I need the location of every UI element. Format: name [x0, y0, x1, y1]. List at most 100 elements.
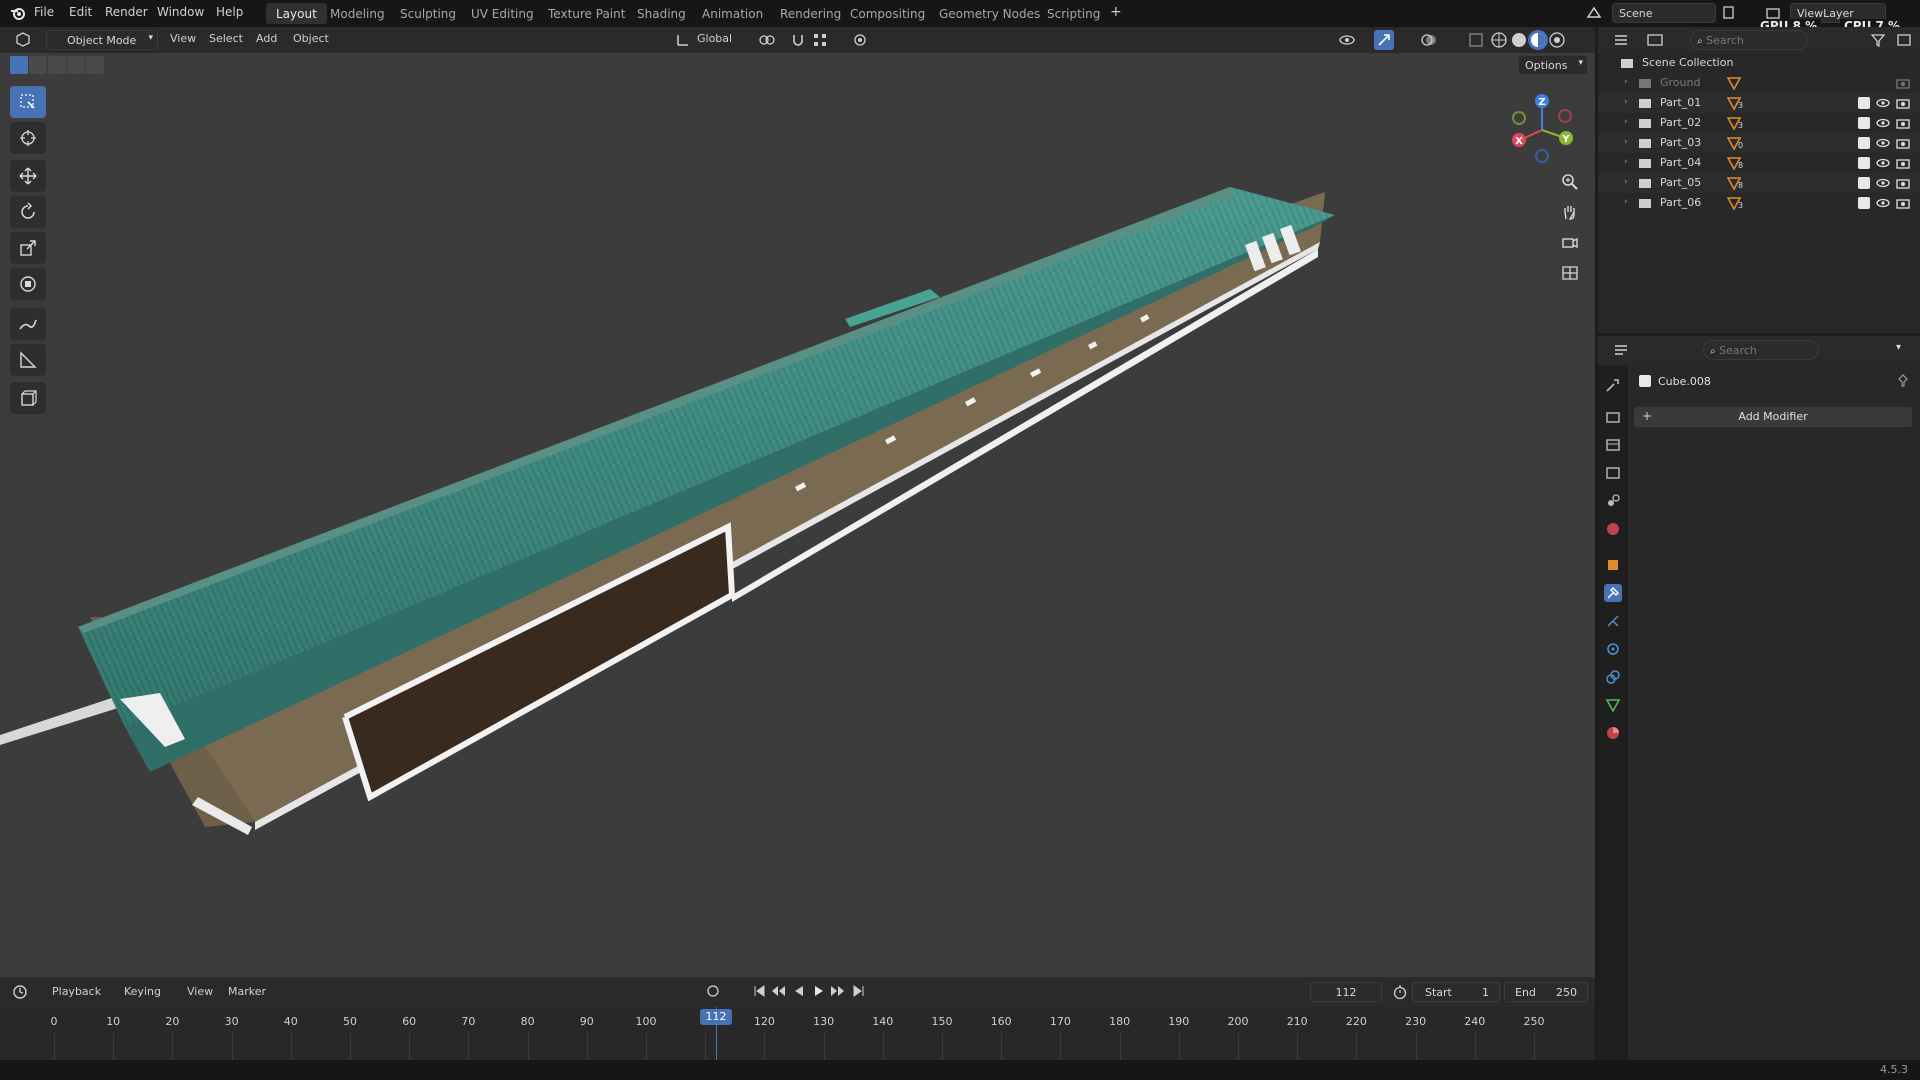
include-checkbox[interactable] [1858, 177, 1870, 189]
add-modifier-button[interactable]: + Add Modifier [1634, 407, 1912, 427]
zoom-view-button[interactable] [1555, 168, 1585, 196]
timeline-editor-icon[interactable] [12, 984, 30, 1000]
physics-tab-icon[interactable] [1604, 640, 1622, 658]
chevron-right-icon[interactable]: › [1624, 137, 1628, 147]
jump-end-icon[interactable] [852, 984, 866, 998]
add-workspace-button[interactable]: + [1110, 4, 1122, 20]
display-mode-icon[interactable] [1646, 32, 1664, 48]
include-checkbox[interactable] [1858, 197, 1870, 209]
editor-type-icon[interactable] [14, 32, 32, 48]
camera-render-icon[interactable] [1896, 76, 1910, 90]
vp-menu-view[interactable]: View [170, 32, 196, 45]
snap-increment-icon[interactable] [812, 32, 828, 48]
render-tab-icon[interactable] [1604, 408, 1622, 426]
data-tab-icon[interactable] [1604, 696, 1622, 714]
visibility-icon[interactable] [1338, 32, 1356, 48]
outliner-item-part-06[interactable]: › Part_06 3 [1598, 193, 1920, 213]
particles-tab-icon[interactable] [1604, 612, 1622, 630]
include-checkbox[interactable] [1858, 157, 1870, 169]
scene-field[interactable]: Scene [1612, 3, 1716, 23]
pin-icon[interactable] [1896, 374, 1910, 388]
current-frame-field[interactable]: 112 [1310, 982, 1382, 1002]
camera-render-icon[interactable] [1896, 116, 1910, 130]
select-new-icon[interactable] [10, 56, 28, 74]
pan-view-button[interactable] [1555, 198, 1585, 226]
camera-render-icon[interactable] [1896, 136, 1910, 150]
select-subtract-icon[interactable] [48, 56, 66, 74]
chevron-right-icon[interactable]: › [1624, 77, 1628, 87]
pivot-icon[interactable] [758, 32, 776, 48]
proportional-editing-icon[interactable] [852, 32, 868, 48]
eye-icon[interactable] [1876, 196, 1890, 210]
outliner-item-part-02[interactable]: › Part_02 3 [1598, 113, 1920, 133]
camera-render-icon[interactable] [1896, 96, 1910, 110]
material-tab-icon[interactable] [1604, 724, 1622, 742]
tl-menu-playback[interactable]: Playback [52, 985, 101, 998]
properties-editor-icon[interactable] [1612, 342, 1630, 358]
vp-menu-add[interactable]: Add [256, 32, 277, 45]
chevron-right-icon[interactable]: › [1624, 197, 1628, 207]
modifier-tab-icon[interactable] [1604, 584, 1622, 602]
eye-icon[interactable] [1876, 136, 1890, 150]
tab-shading[interactable]: Shading [627, 3, 696, 24]
tl-menu-marker[interactable]: Marker [228, 985, 266, 998]
material-shading-icon[interactable] [1528, 30, 1548, 50]
auto-keying-icon[interactable] [706, 984, 720, 998]
ortho-view-button[interactable] [1555, 258, 1585, 286]
outliner-item-part-01[interactable]: › Part_01 3 [1598, 93, 1920, 113]
output-tab-icon[interactable] [1604, 436, 1622, 454]
camera-render-icon[interactable] [1896, 196, 1910, 210]
measure-tool[interactable] [10, 344, 46, 376]
tab-geometry-nodes[interactable]: Geometry Nodes [929, 3, 1050, 24]
tab-layout[interactable]: Layout [266, 3, 327, 24]
chevron-right-icon[interactable]: › [1624, 157, 1628, 167]
outliner-editor-icon[interactable] [1612, 32, 1630, 48]
tab-scripting[interactable]: Scripting [1037, 3, 1110, 24]
playhead-frame[interactable]: 112 [700, 1009, 732, 1025]
prev-keyframe-icon[interactable] [770, 984, 786, 998]
include-checkbox[interactable] [1858, 137, 1870, 149]
jump-start-icon[interactable] [752, 984, 766, 998]
tab-modeling[interactable]: Modeling [320, 3, 395, 24]
outliner-search[interactable]: ⌕ Search [1690, 30, 1808, 50]
tab-uv-editing[interactable]: UV Editing [461, 3, 544, 24]
tab-texture-paint[interactable]: Texture Paint [538, 3, 635, 24]
move-tool[interactable] [10, 160, 46, 192]
transform-orientation-icon[interactable] [675, 32, 691, 48]
camera-render-icon[interactable] [1896, 176, 1910, 190]
eye-icon[interactable] [1876, 156, 1890, 170]
vp-menu-object[interactable]: Object [293, 32, 329, 45]
menu-edit[interactable]: Edit [69, 5, 92, 19]
outliner-item-ground[interactable]: › Ground [1598, 73, 1920, 93]
view-layer-tab-icon[interactable] [1604, 464, 1622, 482]
orientation-label[interactable]: Global [697, 32, 732, 45]
menu-file[interactable]: File [34, 5, 54, 19]
outliner-item-part-04[interactable]: › Part_04 8 [1598, 153, 1920, 173]
eye-icon[interactable] [1876, 96, 1890, 110]
eye-icon[interactable] [1876, 176, 1890, 190]
next-keyframe-icon[interactable] [830, 984, 846, 998]
eye-icon[interactable] [1876, 116, 1890, 130]
navigation-gizmo[interactable]: Z Y X [1505, 88, 1575, 168]
camera-render-icon[interactable] [1896, 156, 1910, 170]
menu-render[interactable]: Render [105, 5, 148, 19]
chevron-right-icon[interactable]: › [1624, 97, 1628, 107]
select-invert-icon[interactable] [67, 56, 85, 74]
wireframe-shading-icon[interactable] [1490, 31, 1508, 49]
start-frame-field[interactable]: Start 1 [1412, 982, 1500, 1002]
outliner-item-part-03[interactable]: › Part_03 0 [1598, 133, 1920, 153]
include-checkbox[interactable] [1858, 97, 1870, 109]
cursor-tool[interactable] [10, 122, 46, 154]
properties-search[interactable]: ⌕ Search [1703, 340, 1819, 360]
blender-logo-icon[interactable] [10, 5, 26, 21]
chevron-down-icon[interactable]: ▾ [1896, 342, 1901, 353]
menu-window[interactable]: Window [157, 5, 204, 19]
end-frame-field[interactable]: End 250 [1504, 982, 1588, 1002]
vp-menu-select[interactable]: Select [209, 32, 243, 45]
tab-compositing[interactable]: Compositing [840, 3, 935, 24]
select-intersect-icon[interactable] [86, 56, 104, 74]
camera-view-button[interactable] [1555, 228, 1585, 256]
stopwatch-icon[interactable] [1392, 984, 1408, 1000]
timeline-ruler[interactable]: 0102030405060708090100112013014015016017… [0, 1007, 1595, 1060]
select-extend-icon[interactable] [29, 56, 47, 74]
